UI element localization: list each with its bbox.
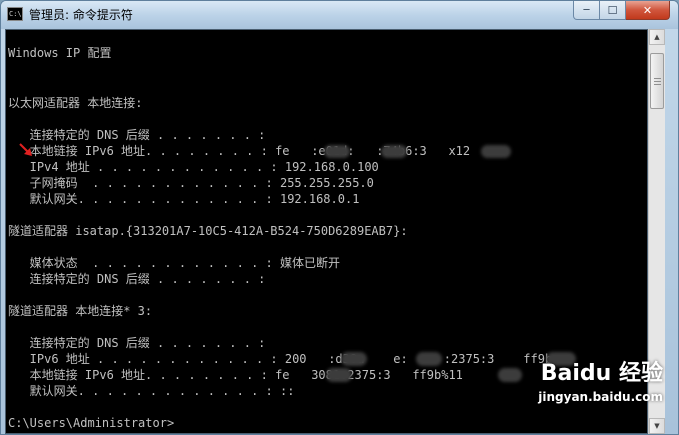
console-line: Windows IP 配置 — [8, 46, 112, 60]
console-line: 本地链接 IPv6 地址. . . . . . . . : fe 3081:23… — [8, 368, 463, 382]
redaction-blur — [326, 368, 352, 382]
console-line: 连接特定的 DNS 后缀 . . . . . . . : — [8, 128, 266, 142]
red-arrow-annotation — [19, 143, 32, 156]
console-line: 隧道适配器 本地连接* 3: — [8, 304, 153, 318]
scrollbar-thumb[interactable] — [650, 53, 664, 109]
cmd-window: C:\ 管理员: 命令提示符 ─ ☐ ✕ Windows IP 配置 以太网适配… — [0, 0, 679, 435]
maximize-button[interactable]: ☐ — [600, 1, 626, 20]
console-line: 默认网关. . . . . . . . . . . . . : :: — [8, 384, 295, 398]
redaction-blur — [481, 145, 511, 158]
redaction-blur — [498, 368, 522, 382]
console-line: 隧道适配器 isatap.{313201A7-10C5-412A-B524-75… — [8, 224, 408, 238]
baidu-jingyan-watermark: Baidu 经验 jingyan.baidu.com — [523, 359, 663, 427]
redaction-blur — [324, 145, 350, 158]
console-line: 媒体状态 . . . . . . . . . . . . : 媒体已断开 — [8, 256, 340, 270]
watermark-url: jingyan.baidu.com — [538, 390, 663, 404]
redaction-blur — [381, 145, 407, 158]
scroll-up-button[interactable]: ▲ — [649, 29, 665, 45]
redaction-blur — [341, 352, 367, 366]
console-line: IPv4 地址 . . . . . . . . . . . . : 192.16… — [8, 160, 379, 174]
console-line: 连接特定的 DNS 后缀 . . . . . . . : — [8, 272, 266, 286]
minimize-icon: ─ — [583, 4, 590, 16]
window-title: 管理员: 命令提示符 — [29, 8, 133, 22]
minimize-button[interactable]: ─ — [573, 1, 600, 20]
console-line: 默认网关. . . . . . . . . . . . . : 192.168.… — [8, 192, 360, 206]
close-button[interactable]: ✕ — [626, 1, 670, 20]
arrow-up-icon: ▲ — [654, 33, 660, 41]
caption-buttons: ─ ☐ ✕ — [573, 1, 670, 20]
console-line: 子网掩码 . . . . . . . . . . . . : 255.255.2… — [8, 176, 374, 190]
console-line: 连接特定的 DNS 后缀 . . . . . . . : — [8, 336, 266, 350]
command-prompt[interactable]: C:\Users\Administrator> — [8, 416, 174, 430]
console-line: IPv6 地址 . . . . . . . . . . . . : 200 :d… — [8, 352, 553, 366]
watermark-brand: Baidu 经验 — [540, 361, 663, 386]
close-icon: ✕ — [642, 3, 653, 17]
maximize-icon: ☐ — [607, 3, 618, 17]
console-app-icon[interactable]: C:\ — [7, 7, 23, 21]
title-bar[interactable]: C:\ 管理员: 命令提示符 ─ ☐ ✕ — [1, 1, 678, 29]
redaction-blur — [416, 352, 442, 366]
console-line: 以太网适配器 本地连接: — [8, 96, 143, 110]
